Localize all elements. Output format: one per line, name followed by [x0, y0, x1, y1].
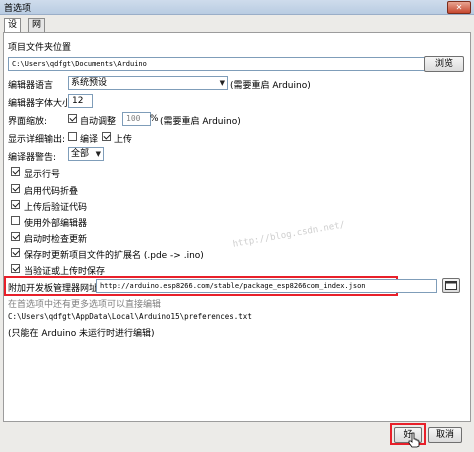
more-prefs-note: 在首选项中还有更多选项可以直接编辑: [8, 300, 162, 310]
external-editor-checkbox[interactable]: [11, 216, 20, 225]
chevron-down-icon: ▼: [95, 150, 101, 158]
update-extension-checkbox[interactable]: [11, 248, 20, 257]
compiler-warnings-value: 全部: [71, 149, 90, 159]
external-editor-label: 使用外部编辑器: [24, 219, 88, 229]
scale-percent-unit: %: [150, 114, 159, 124]
verbose-compile-label: 编译: [80, 135, 99, 145]
verbose-upload-label: 上传: [114, 135, 133, 145]
code-folding-checkbox[interactable]: [11, 184, 20, 193]
edit-urls-button[interactable]: [442, 278, 460, 293]
close-button[interactable]: ✕: [447, 1, 471, 14]
compiler-warnings-select[interactable]: 全部 ▼: [68, 147, 104, 161]
auto-scale-checkbox[interactable]: [68, 114, 77, 123]
verbose-output-label: 显示详细输出:: [8, 135, 66, 145]
title-bar: 首选项 ✕: [0, 0, 474, 15]
code-folding-label: 启用代码折叠: [24, 187, 79, 197]
update-extension-label: 保存时更新项目文件的扩展名 (.pde -> .ino): [24, 251, 204, 261]
chevron-down-icon: ▼: [219, 79, 225, 87]
check-updates-label: 启动时检查更新: [24, 235, 88, 245]
window-icon: [445, 281, 457, 290]
font-size-label: 编辑器字体大小: [8, 99, 72, 109]
verify-after-upload-checkbox[interactable]: [11, 200, 20, 209]
auto-scale-label: 自动调整: [80, 117, 117, 127]
editor-language-select[interactable]: 系统预设 ▼: [68, 76, 228, 90]
interface-scale-note: (需要重启 Arduino): [160, 117, 241, 127]
editor-language-label: 编辑器语言: [8, 81, 54, 91]
tab-settings[interactable]: 设置: [4, 18, 22, 43]
board-manager-label: 附加开发板管理器网址:: [8, 284, 102, 294]
line-numbers-label: 显示行号: [24, 170, 61, 180]
tab-network[interactable]: 网络: [28, 18, 46, 43]
line-numbers-checkbox[interactable]: [11, 167, 20, 176]
hand-cursor-icon: [408, 432, 420, 448]
verify-after-upload-label: 上传后验证代码: [24, 203, 88, 213]
preferences-file-path[interactable]: C:\Users\qdfgt\AppData\Local\Arduino15\p…: [8, 312, 252, 321]
interface-scale-label: 界面缩放:: [8, 117, 48, 127]
check-updates-checkbox[interactable]: [11, 232, 20, 241]
browse-button[interactable]: 浏览: [424, 56, 464, 72]
preferences-edit-hint: (只能在 Arduino 未运行时进行编辑): [8, 329, 155, 339]
sketchbook-label: 项目文件夹位置: [8, 43, 72, 53]
verbose-compile-checkbox[interactable]: [68, 132, 77, 141]
sketchbook-path-input[interactable]: C:\Users\qdfgt\Documents\Arduino: [8, 57, 425, 71]
scale-percent-input[interactable]: 100: [122, 112, 151, 126]
window-title: 首选项: [4, 4, 32, 14]
editor-language-value: 系统预设: [71, 78, 108, 88]
font-size-input[interactable]: 12: [68, 94, 93, 108]
verbose-upload-checkbox[interactable]: [102, 132, 111, 141]
save-on-verify-checkbox[interactable]: [11, 264, 20, 273]
cancel-button[interactable]: 取消: [428, 427, 462, 443]
editor-language-note: (需要重启 Arduino): [230, 81, 311, 91]
preferences-window: 首选项 ✕ 设置 网络 项目文件夹位置 C:\Users\qdfgt\Docum…: [0, 0, 474, 452]
board-manager-url-input[interactable]: http://arduino.esp8266.com/stable/packag…: [96, 279, 437, 293]
compiler-warnings-label: 编译器警告:: [8, 153, 57, 163]
